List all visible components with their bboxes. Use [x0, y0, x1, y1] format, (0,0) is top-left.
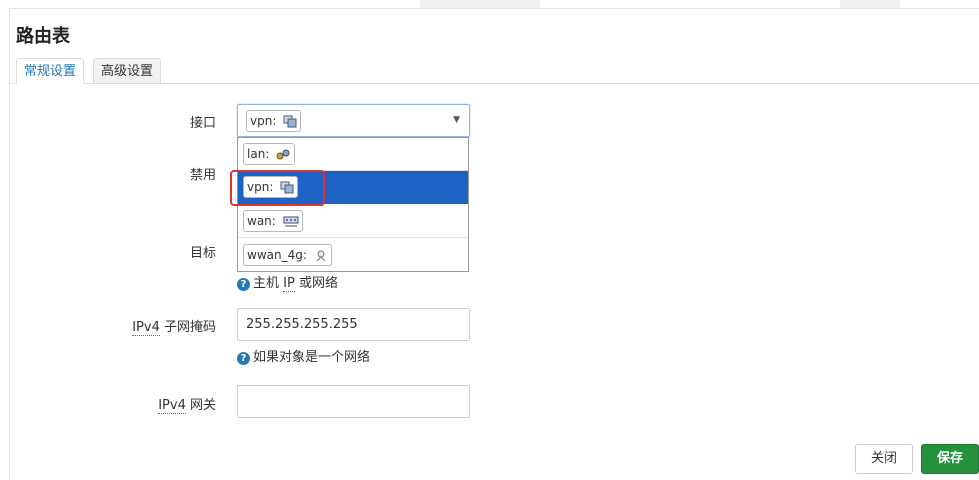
netmask-help: ? 如果对象是一个网络 — [237, 346, 370, 365]
option-name: wan: — [247, 214, 276, 228]
lan-network-icon — [276, 149, 290, 160]
disable-label: 禁用 — [189, 168, 216, 183]
help-icon: ? — [237, 352, 250, 365]
dropdown-option-lan[interactable]: lan: — [238, 138, 468, 171]
help-icon: ? — [237, 278, 250, 291]
target-help-suffix: 或网络 — [294, 276, 338, 291]
dropdown-option-wan[interactable]: wan: — [238, 205, 468, 238]
background-shape — [420, 0, 540, 8]
tab-bar — [9, 83, 979, 84]
selection-highlight-box — [230, 170, 325, 206]
background-shape — [840, 0, 900, 8]
option-name: wwan_4g: — [247, 248, 307, 262]
chevron-down-icon: ▼ — [453, 115, 460, 125]
interface-chip: vpn: — [246, 109, 302, 132]
dropdown-option-wwan-4g[interactable]: wwan_4g: — [238, 239, 468, 272]
interface-selected-name: vpn: — [250, 113, 277, 128]
netmask-help-text: 如果对象是一个网络 — [253, 350, 371, 365]
tab-advanced-settings[interactable]: 高级设置 — [93, 58, 162, 83]
option-name: lan: — [247, 147, 270, 161]
vpn-network-icon — [283, 115, 297, 127]
target-label: 目标 — [189, 246, 216, 261]
gateway-label: IPv4 网关 — [158, 394, 216, 414]
netmask-label: IPv4 子网掩码 — [132, 316, 216, 336]
wwan-network-icon — [316, 250, 326, 262]
option-chip: lan: — [243, 143, 296, 165]
netmask-label-text: 子网掩码 — [159, 320, 216, 335]
interface-select[interactable]: vpn: ▼ — [237, 104, 470, 137]
interface-label: 接口 — [189, 116, 216, 131]
netmask-input[interactable]: 255.255.255.255 — [237, 308, 470, 341]
netmask-label-abbr: IPv4 — [132, 320, 160, 336]
option-chip: wwan_4g: — [243, 244, 332, 266]
close-button[interactable]: 关闭 — [855, 444, 913, 474]
gateway-input[interactable] — [237, 385, 470, 418]
option-chip: wan: — [243, 210, 303, 232]
tab-general-settings[interactable]: 常规设置 — [16, 58, 85, 84]
wan-network-icon — [283, 216, 299, 227]
gateway-label-text: 网关 — [185, 398, 216, 413]
save-button[interactable]: 保存 — [921, 444, 979, 474]
target-help-ip: IP — [283, 276, 295, 292]
target-help: ? 主机 IP 或网络 — [237, 272, 338, 292]
gateway-label-abbr: IPv4 — [158, 398, 186, 414]
target-help-prefix: 主机 — [253, 276, 284, 291]
page-title: 路由表 — [16, 26, 70, 47]
